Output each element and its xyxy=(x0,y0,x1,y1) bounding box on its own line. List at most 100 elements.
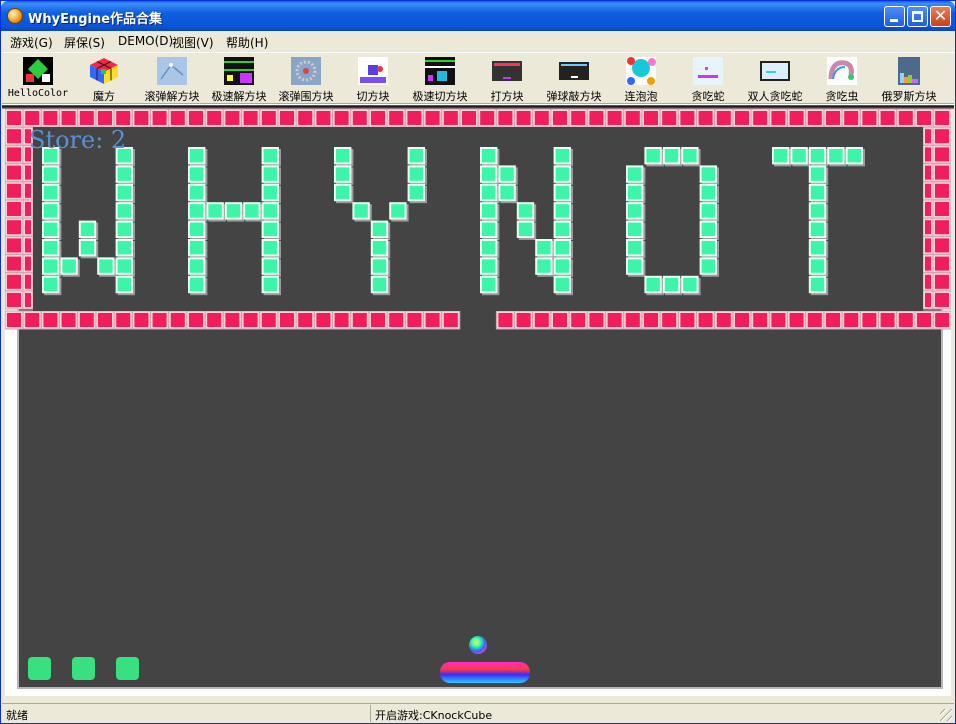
border-brick-face xyxy=(243,111,258,125)
tool-roll-surround[interactable]: 滚弹围方块 xyxy=(272,55,340,103)
letter-brick-face xyxy=(117,204,131,218)
border-brick-face xyxy=(407,111,422,125)
border-brick-face xyxy=(925,147,931,162)
letter-brick-face xyxy=(646,277,660,292)
border-brick-face xyxy=(280,111,294,125)
letter-brick-face xyxy=(646,149,660,163)
ball xyxy=(469,636,487,654)
resize-grip[interactable] xyxy=(940,709,952,721)
border-brick-face xyxy=(280,313,294,327)
title-bar[interactable]: WhyEngine作品合集 ✕ xyxy=(1,1,955,31)
border-brick-face xyxy=(771,111,786,125)
border-brick-face xyxy=(662,111,677,125)
border-brick-face xyxy=(7,274,21,289)
tool-hellocolor[interactable]: HelloColor xyxy=(4,55,72,103)
letter-brick-face xyxy=(792,149,806,163)
letter-brick-face xyxy=(482,185,496,200)
tool-roll-ball[interactable]: 滚弹解方块 xyxy=(138,55,206,103)
game-canvas[interactable]: Store: 2 xyxy=(5,109,951,696)
border-brick-face xyxy=(352,111,367,125)
border-brick-face xyxy=(935,220,949,235)
menu-help[interactable]: 帮助(H) xyxy=(226,34,268,51)
tool-two-player-snake[interactable]: 双人贪吃蛇 xyxy=(741,55,809,103)
roll-surround-icon xyxy=(291,57,321,85)
tool-knock-cube[interactable]: 打方块 xyxy=(473,55,541,103)
letter-brick-face xyxy=(372,259,387,273)
border-brick-face xyxy=(534,313,549,327)
letter-brick-face xyxy=(555,185,569,200)
letter-brick-face xyxy=(537,259,551,273)
border-brick-face xyxy=(61,111,76,125)
tool-bubble[interactable]: 连泡泡 xyxy=(607,55,675,103)
tool-speed-solve[interactable]: 极速解方块 xyxy=(205,55,273,103)
border-brick-face xyxy=(589,313,604,327)
letter-brick-face xyxy=(190,259,204,273)
letter-brick-face xyxy=(810,277,825,292)
menu-demo[interactable]: DEMO(D) xyxy=(118,34,173,48)
maximize-button[interactable] xyxy=(907,6,928,27)
border-brick-face xyxy=(753,313,768,327)
letter-brick-face xyxy=(263,185,277,200)
letter-brick-face xyxy=(44,277,58,292)
border-brick-face xyxy=(735,313,749,327)
border-brick-face xyxy=(225,313,240,327)
border-brick-face xyxy=(735,111,749,125)
tool-rubik[interactable]: 魔方 xyxy=(70,55,138,103)
border-brick-face xyxy=(607,313,622,327)
rubik-cube-icon xyxy=(89,57,119,85)
border-brick-face xyxy=(935,147,949,162)
tool-worm[interactable]: 贪吃虫 xyxy=(808,55,876,103)
tool-cut-cube[interactable]: 切方块 xyxy=(339,55,407,103)
letter-brick-face xyxy=(263,222,277,236)
letter-brick-face xyxy=(683,149,697,163)
border-brick-face xyxy=(7,183,21,198)
letter-brick-face xyxy=(44,204,58,218)
border-brick-face xyxy=(807,111,822,125)
letter-brick-face xyxy=(117,259,131,273)
border-brick-face xyxy=(571,313,586,327)
letter-brick-face xyxy=(482,204,496,218)
tool-speed-cut[interactable]: 极速切方块 xyxy=(406,55,474,103)
border-brick-face xyxy=(79,313,94,327)
minimize-button[interactable] xyxy=(884,6,905,27)
border-brick-face xyxy=(25,238,31,253)
border-brick-face xyxy=(935,183,949,198)
menu-game[interactable]: 游戏(G) xyxy=(10,34,53,51)
letter-brick-face xyxy=(44,222,58,236)
border-brick-face xyxy=(662,313,677,327)
border-brick-face xyxy=(116,313,131,327)
menu-screensaver[interactable]: 屏保(S) xyxy=(64,34,105,51)
border-brick-face xyxy=(925,274,931,289)
border-brick-face xyxy=(25,256,31,271)
border-brick-face xyxy=(935,165,949,180)
border-brick-face xyxy=(925,183,931,198)
letter-brick-face xyxy=(117,167,131,181)
border-brick-face xyxy=(925,129,931,144)
border-brick-face xyxy=(7,313,21,327)
border-brick-face xyxy=(261,111,276,125)
border-brick-face xyxy=(243,313,258,327)
tool-tetris[interactable]: 俄罗斯方块 xyxy=(875,55,943,103)
tool-pinball[interactable]: 弹球敲方块 xyxy=(540,55,608,103)
letter-brick-face xyxy=(482,277,496,292)
border-brick-face xyxy=(789,111,804,125)
letter-brick-face xyxy=(628,259,642,273)
letter-brick-face xyxy=(44,185,58,200)
close-button[interactable]: ✕ xyxy=(930,6,951,27)
border-brick-face xyxy=(7,293,21,307)
border-brick-face xyxy=(7,129,21,144)
border-brick-face xyxy=(826,111,840,125)
border-brick-face xyxy=(516,313,531,327)
border-brick-face xyxy=(43,111,58,125)
border-brick-face xyxy=(334,313,349,327)
border-brick-face xyxy=(152,111,167,125)
letter-brick-face xyxy=(482,167,496,181)
tool-snake[interactable]: 贪吃蛇 xyxy=(674,55,742,103)
letter-brick-face xyxy=(80,222,95,236)
border-brick-face xyxy=(898,111,913,125)
border-brick-face xyxy=(98,111,112,125)
letter-brick-face xyxy=(500,185,514,200)
menu-view[interactable]: 视图(V) xyxy=(172,34,214,51)
game-scene xyxy=(5,109,951,696)
letter-brick-face xyxy=(628,185,642,200)
